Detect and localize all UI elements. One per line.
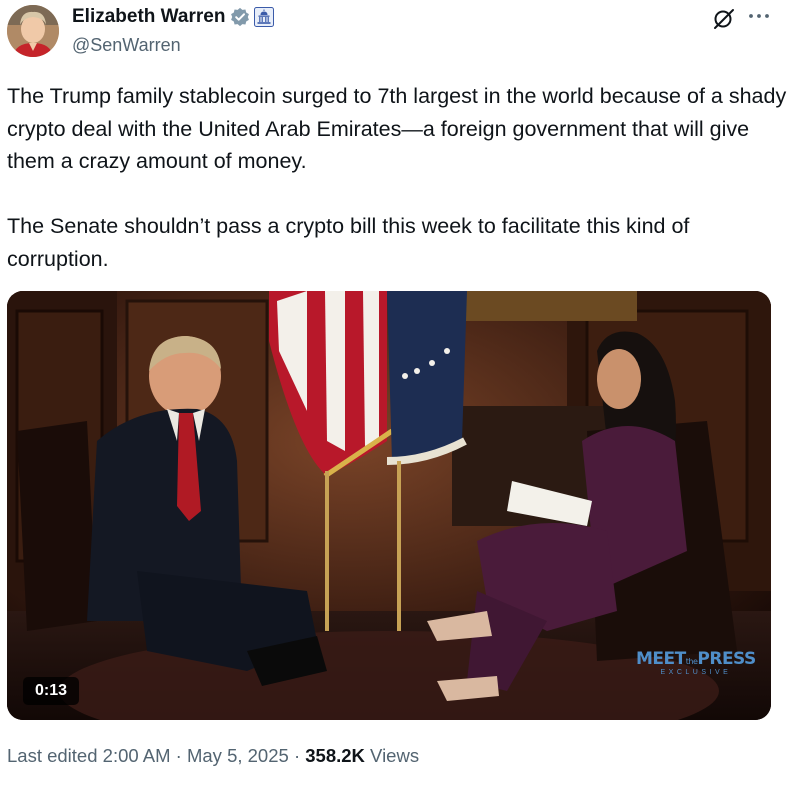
post-text: The Trump family stablecoin surged to 7t… — [7, 80, 787, 275]
verified-badge-icon[interactable] — [230, 7, 250, 27]
meta-separator: · — [170, 745, 187, 766]
video-duration: 0:13 — [23, 677, 80, 705]
post-paragraph-2: The Senate shouldn’t pass a crypto bill … — [7, 214, 696, 271]
author-avatar[interactable] — [7, 5, 59, 57]
author-name-row: Elizabeth Warren — [72, 5, 275, 29]
author-handle[interactable]: @SenWarren — [72, 35, 274, 56]
logo-main: MEETthePRESS — [636, 649, 756, 669]
meta-separator-2: · — [288, 745, 306, 766]
author-name[interactable]: Elizabeth Warren — [72, 6, 225, 28]
grok-icon[interactable] — [712, 8, 736, 30]
post-paragraph-1: The Trump family stablecoin surged to 7t… — [7, 84, 793, 173]
more-options-icon[interactable] — [744, 4, 774, 28]
post-meta: Last edited 2:00 AM · May 5, 2025 · 358.… — [7, 745, 419, 767]
meet-the-press-logo: MEETthePRESS EXCLUSIVE — [636, 649, 756, 676]
views-count[interactable]: 358.2K — [305, 745, 365, 766]
author-block: Elizabeth Warren @SenWarren — [72, 5, 275, 56]
logo-sub: EXCLUSIVE — [660, 669, 732, 676]
edited-timestamp-link[interactable]: Last edited 2:00 AM — [7, 745, 171, 766]
avatar-image — [7, 5, 59, 57]
government-capitol-icon[interactable] — [254, 7, 275, 27]
views-label: Views — [364, 745, 420, 766]
post-date-link[interactable]: May 5, 2025 — [187, 745, 289, 766]
video-player[interactable]: 0:13 MEETthePRESS EXCLUSIVE — [7, 291, 771, 720]
